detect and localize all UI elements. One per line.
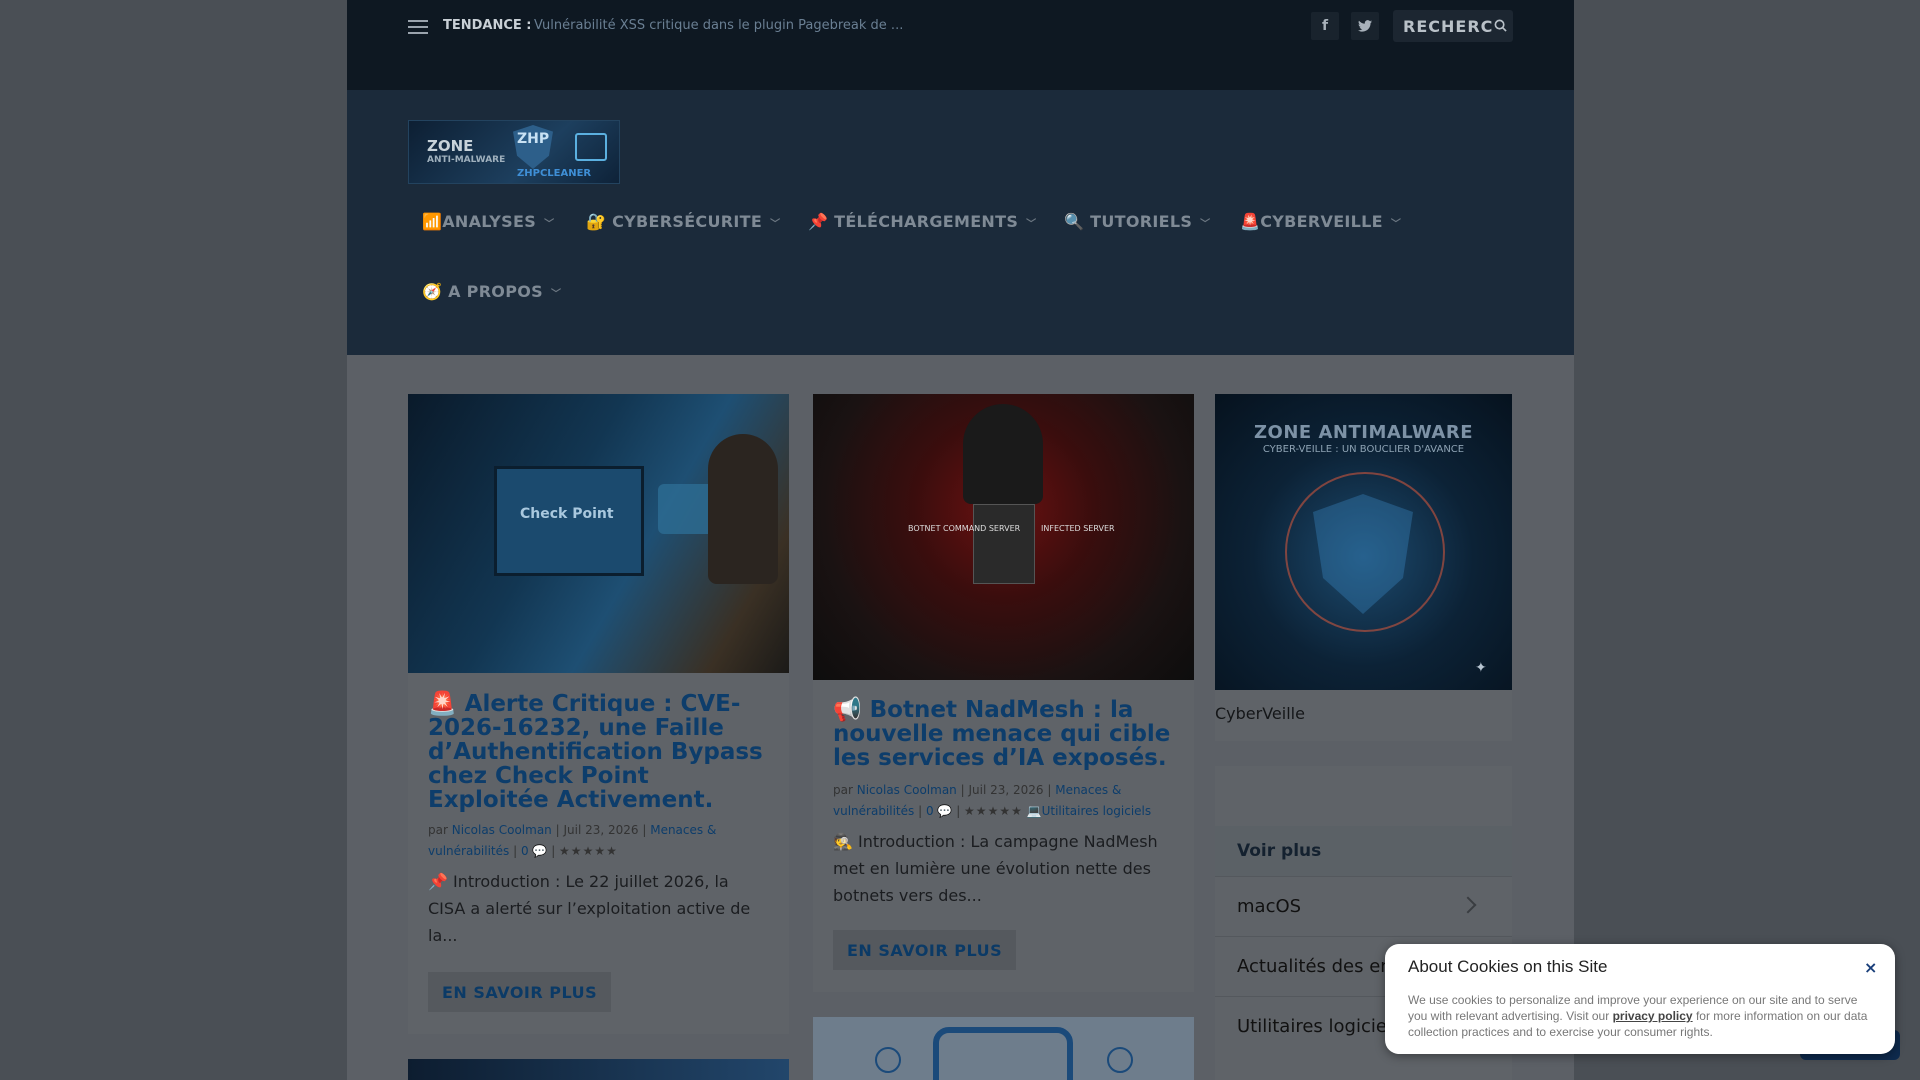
lock-icon (875, 1047, 901, 1073)
comment-count: 0 (925, 804, 934, 818)
logo-badge: ZHP (517, 131, 550, 147)
trending-label: TENDANCE : (443, 18, 532, 33)
search-label: RECHERC (1403, 17, 1494, 36)
nav-label-tutoriels: TUTORIELS (1090, 212, 1193, 231)
search-icon (1494, 19, 1507, 32)
orbit-graphic (1285, 472, 1445, 632)
sidebar-item-label: Utilitaires logiciels (1237, 1016, 1402, 1037)
nav-icon-cybersecurite: 🔐 (586, 212, 607, 231)
sidebar-item-label: macOS (1237, 896, 1302, 917)
image-label: INFECTED SERVER (1041, 524, 1115, 533)
article-card: Check Point 🚨 Alerte Critique : CVE-2026… (408, 394, 789, 1034)
article-title[interactable]: 📢 Botnet NadMesh : la nouvelle menace qu… (833, 698, 1174, 770)
chevron-down-icon: ﹀ (1390, 219, 1402, 230)
facebook-icon[interactable]: f (1311, 12, 1339, 40)
post-date: Juil 23, 2026 (968, 783, 1044, 797)
search-input[interactable]: RECHERC (1393, 10, 1513, 42)
article-card-partial[interactable] (408, 1059, 789, 1080)
read-more-button[interactable]: EN SAVOIR PLUS (428, 972, 612, 1012)
nav-item-telechargements[interactable]: 📌 TÉLÉCHARGEMENTS ﹀ (808, 212, 1036, 231)
chevron-down-icon: ﹀ (544, 219, 555, 230)
nav-icon-cyberveille: 🚨 (1240, 212, 1261, 231)
rating-stars: ★★★★★ (559, 844, 618, 858)
nav-item-apropos[interactable]: 🧭 A PROPOS ﹀ (422, 282, 561, 301)
article-card: BOTNET COMMAND SERVER INFECTED SERVER 📢 … (813, 394, 1194, 992)
logo-line1: ZONE (427, 137, 474, 155)
image-brand-label: Check Point (520, 506, 614, 522)
article-image[interactable]: Check Point (408, 394, 789, 673)
person-graphic (708, 434, 778, 584)
logo-sub: ZHPCLEANER (517, 168, 592, 179)
post-date: Juil 23, 2026 (563, 823, 639, 837)
promo-subtitle: CYBER-VEILLE : UN BOUCLIER D'AVANCE (1262, 444, 1465, 455)
author-link[interactable]: Nicolas Coolman (857, 783, 957, 797)
top-bar: TENDANCE : Vulnérabilité XSS critique da… (347, 0, 1574, 90)
nav-item-tutoriels[interactable]: 🔍 TUTORIELS ﹀ (1064, 212, 1210, 231)
meta-by: par (428, 823, 448, 837)
sidebar-item-macos[interactable]: macOS (1215, 876, 1512, 936)
menu-icon[interactable] (408, 20, 428, 34)
promo-title: ZONE ANTIMALWARE (1254, 422, 1473, 443)
cookie-title: About Cookies on this Site (1408, 957, 1608, 976)
logo-line2: ANTI-MALWARE (427, 155, 506, 165)
promo-caption: CyberVeille (1215, 704, 1305, 723)
hooded-figure-graphic (963, 404, 1043, 504)
read-more-button[interactable]: EN SAVOIR PLUS (833, 930, 1017, 970)
site-header: ZONE ANTI-MALWARE ZHP ZHPCLEANER 📶ANALYS… (347, 90, 1574, 355)
chevron-down-icon: ﹀ (1026, 219, 1037, 230)
page-shell: TENDANCE : Vulnérabilité XSS critique da… (347, 0, 1574, 1080)
cookie-text: We use cookies to personalize and improv… (1408, 992, 1878, 1040)
nav-label-analyses: ANALYSES (442, 212, 537, 231)
article-excerpt: 📌 Introduction : Le 22 juillet 2026, la … (428, 872, 751, 945)
author-link[interactable]: Nicolas Coolman (452, 823, 552, 837)
phone-graphic (933, 1027, 1073, 1080)
nav-icon-analyses: 📶 (422, 212, 443, 231)
category-link-2[interactable]: 💻Utilitaires logiciels (1027, 804, 1151, 818)
voir-plus-header[interactable]: Voir plus (1215, 826, 1512, 876)
sparkle-icon: ✦ (1475, 660, 1487, 676)
sidebar-item-label: Actualités des entr (1237, 956, 1407, 977)
chevron-down-icon: ﹀ (1200, 219, 1211, 230)
nav-icon-telechargements: 📌 (808, 212, 829, 231)
privacy-policy-link[interactable]: privacy policy (1613, 1009, 1693, 1023)
trending-headline-link[interactable]: Vulnérabilité XSS critique dans le plugi… (534, 18, 903, 33)
comments-link[interactable]: 0 💬 (926, 804, 952, 818)
article-excerpt: 🕵️ Introduction : La campagne NadMesh me… (833, 832, 1158, 905)
nav-label-cyberveille: CYBERVEILLE (1260, 212, 1383, 231)
article-image[interactable]: BOTNET COMMAND SERVER INFECTED SERVER (813, 394, 1194, 680)
lock-icon (1107, 1047, 1133, 1073)
chevron-down-icon: ﹀ (550, 289, 562, 300)
nav-item-cyberveille[interactable]: 🚨CYBERVEILLE ﹀ (1240, 212, 1401, 231)
monitor-icon (575, 133, 607, 161)
nav-label-apropos: A PROPOS (448, 282, 543, 301)
comment-icon: 💬 (532, 844, 548, 858)
nav-label-cybersecurite: CYBERSÉCURITE (612, 212, 763, 231)
nav-label-telechargements: TÉLÉCHARGEMENTS (834, 212, 1019, 231)
promo-image[interactable]: ZONE ANTIMALWARE CYBER-VEILLE : UN BOUCL… (1215, 394, 1512, 690)
chevron-down-icon: ﹀ (770, 219, 781, 230)
chevron-right-icon (1459, 896, 1477, 914)
comments-link[interactable]: 0 💬 (521, 844, 547, 858)
article-meta: par Nicolas Coolman | Juil 23, 2026 | Me… (428, 823, 717, 858)
nav-icon-tutoriels: 🔍 (1064, 212, 1085, 231)
nav-item-cybersecurite[interactable]: 🔐 CYBERSÉCURITE ﹀ (586, 212, 780, 231)
comment-count: 0 (520, 844, 529, 858)
article-meta: par Nicolas Coolman | Juil 23, 2026 | Me… (833, 783, 1152, 818)
server-graphic (973, 504, 1035, 584)
close-icon[interactable]: × (1864, 958, 1877, 977)
sidebar-promo-widget: ZONE ANTIMALWARE CYBER-VEILLE : UN BOUCL… (1215, 394, 1512, 741)
site-logo[interactable]: ZONE ANTI-MALWARE ZHP ZHPCLEANER (408, 120, 620, 184)
nav-item-analyses[interactable]: 📶ANALYSES ﹀ (422, 212, 554, 231)
image-label: BOTNET COMMAND SERVER (908, 524, 1021, 533)
nav-icon-apropos: 🧭 (422, 282, 443, 301)
article-card-partial[interactable] (813, 1017, 1194, 1080)
twitter-icon[interactable] (1351, 12, 1379, 40)
article-title[interactable]: 🚨 Alerte Critique : CVE-2026-16232, une … (428, 692, 769, 812)
cookie-consent-dialog: About Cookies on this Site × We use cook… (1385, 944, 1895, 1054)
comment-icon: 💬 (937, 804, 953, 818)
meta-by: par (833, 783, 853, 797)
rating-stars: ★★★★★ (964, 804, 1023, 818)
